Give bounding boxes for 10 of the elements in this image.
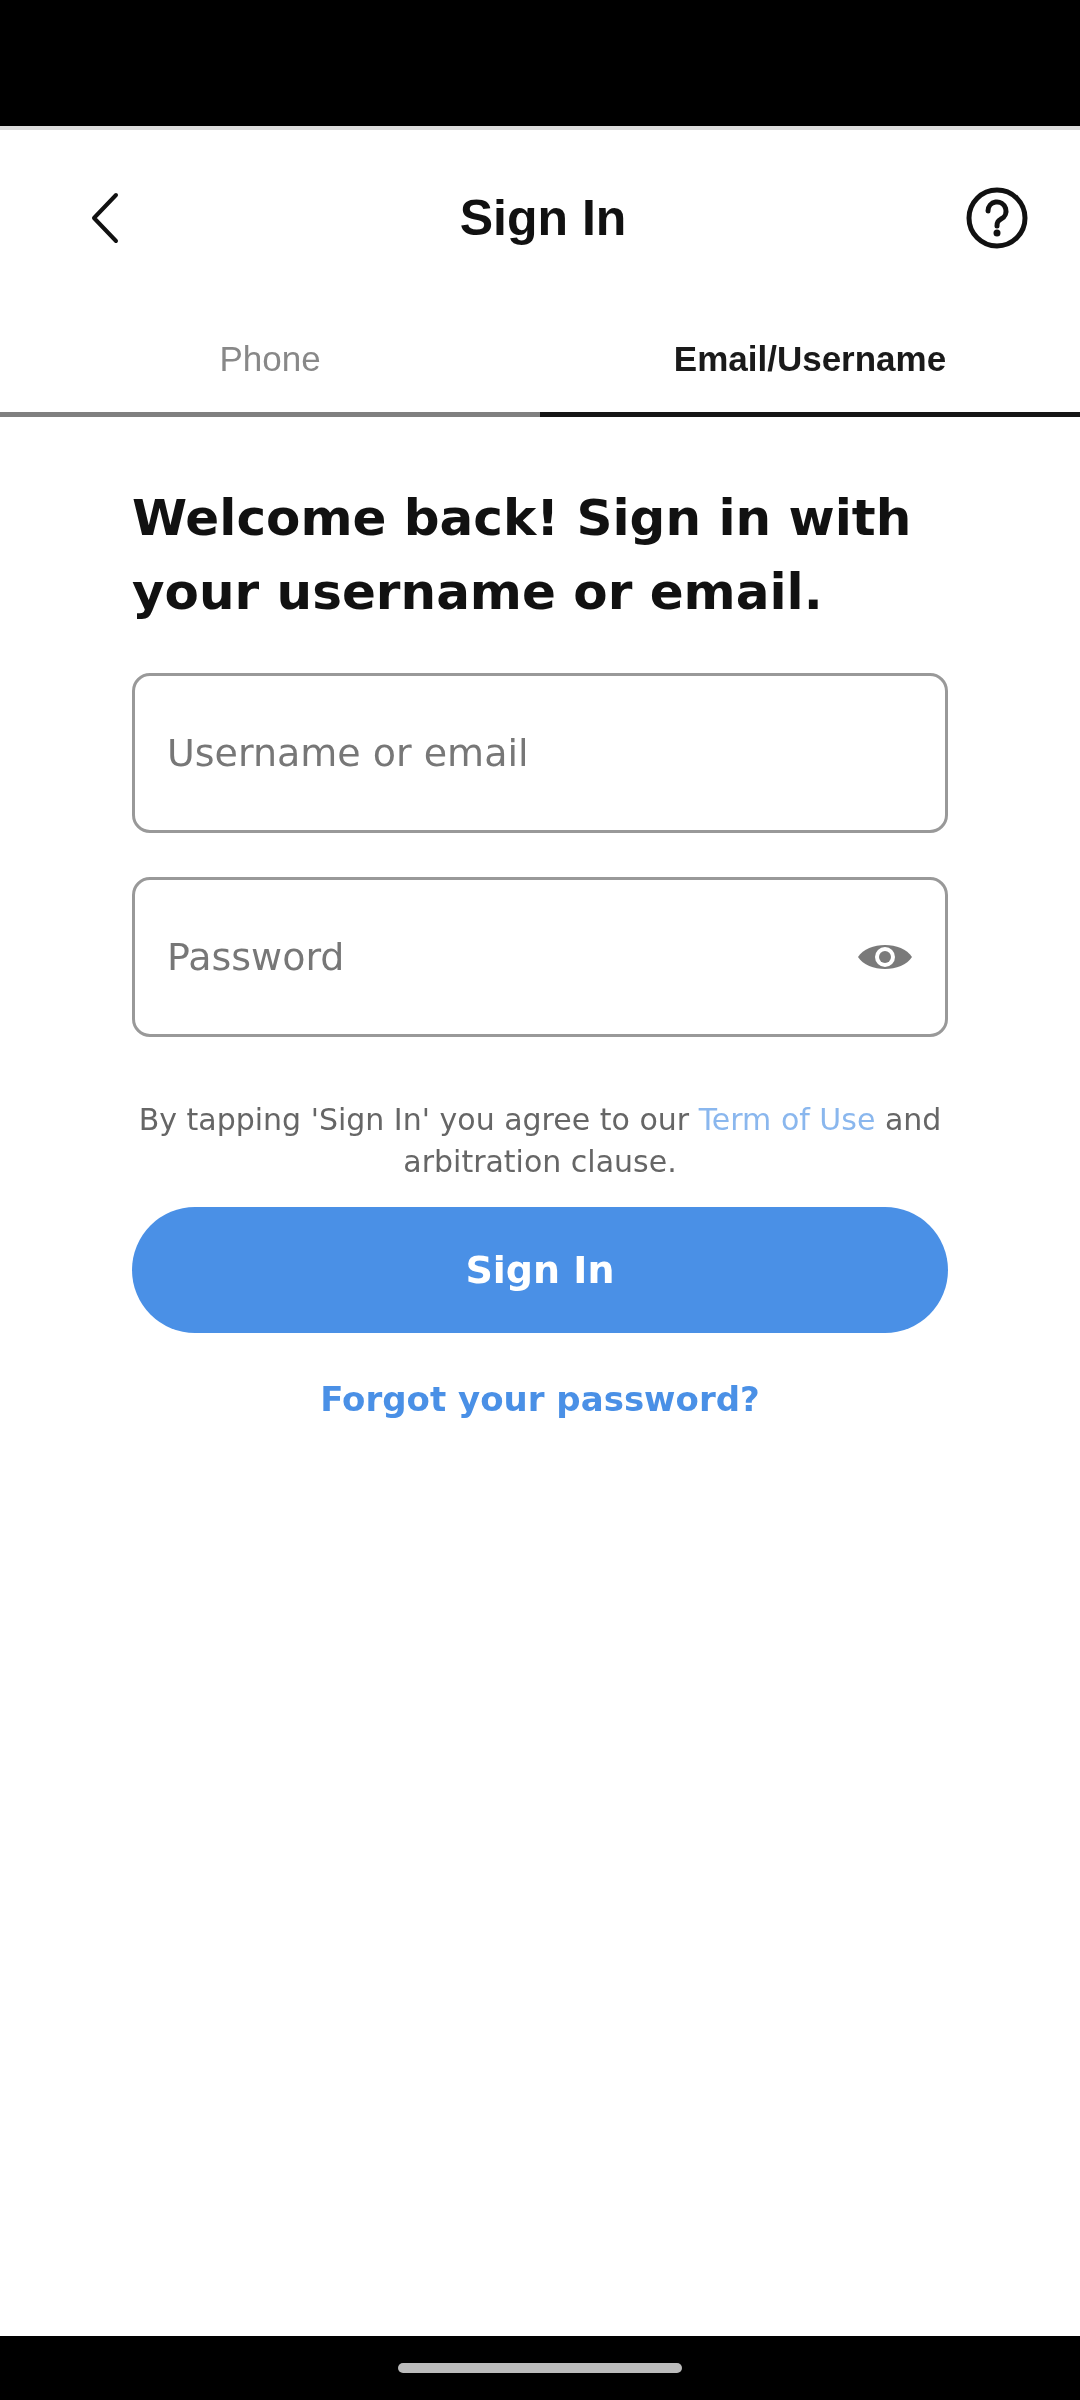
welcome-heading: Welcome back! Sign in with your username or email. xyxy=(132,488,913,623)
screen-title: Sign In xyxy=(459,188,627,247)
back-icon[interactable] xyxy=(90,191,120,244)
username-field[interactable]: Username or email xyxy=(132,673,948,833)
terms-link[interactable]: Term of Use xyxy=(698,1102,876,1137)
sign-in-button[interactable]: Sign In xyxy=(132,1207,948,1333)
forgot-password-link[interactable]: Forgot your password? xyxy=(320,1379,760,1419)
help-icon[interactable] xyxy=(966,186,1028,249)
terms-text: By tapping 'Sign In' you agree to our Term of Use and arbitration clause. xyxy=(137,1101,943,1181)
password-field[interactable]: Password xyxy=(132,877,948,1037)
